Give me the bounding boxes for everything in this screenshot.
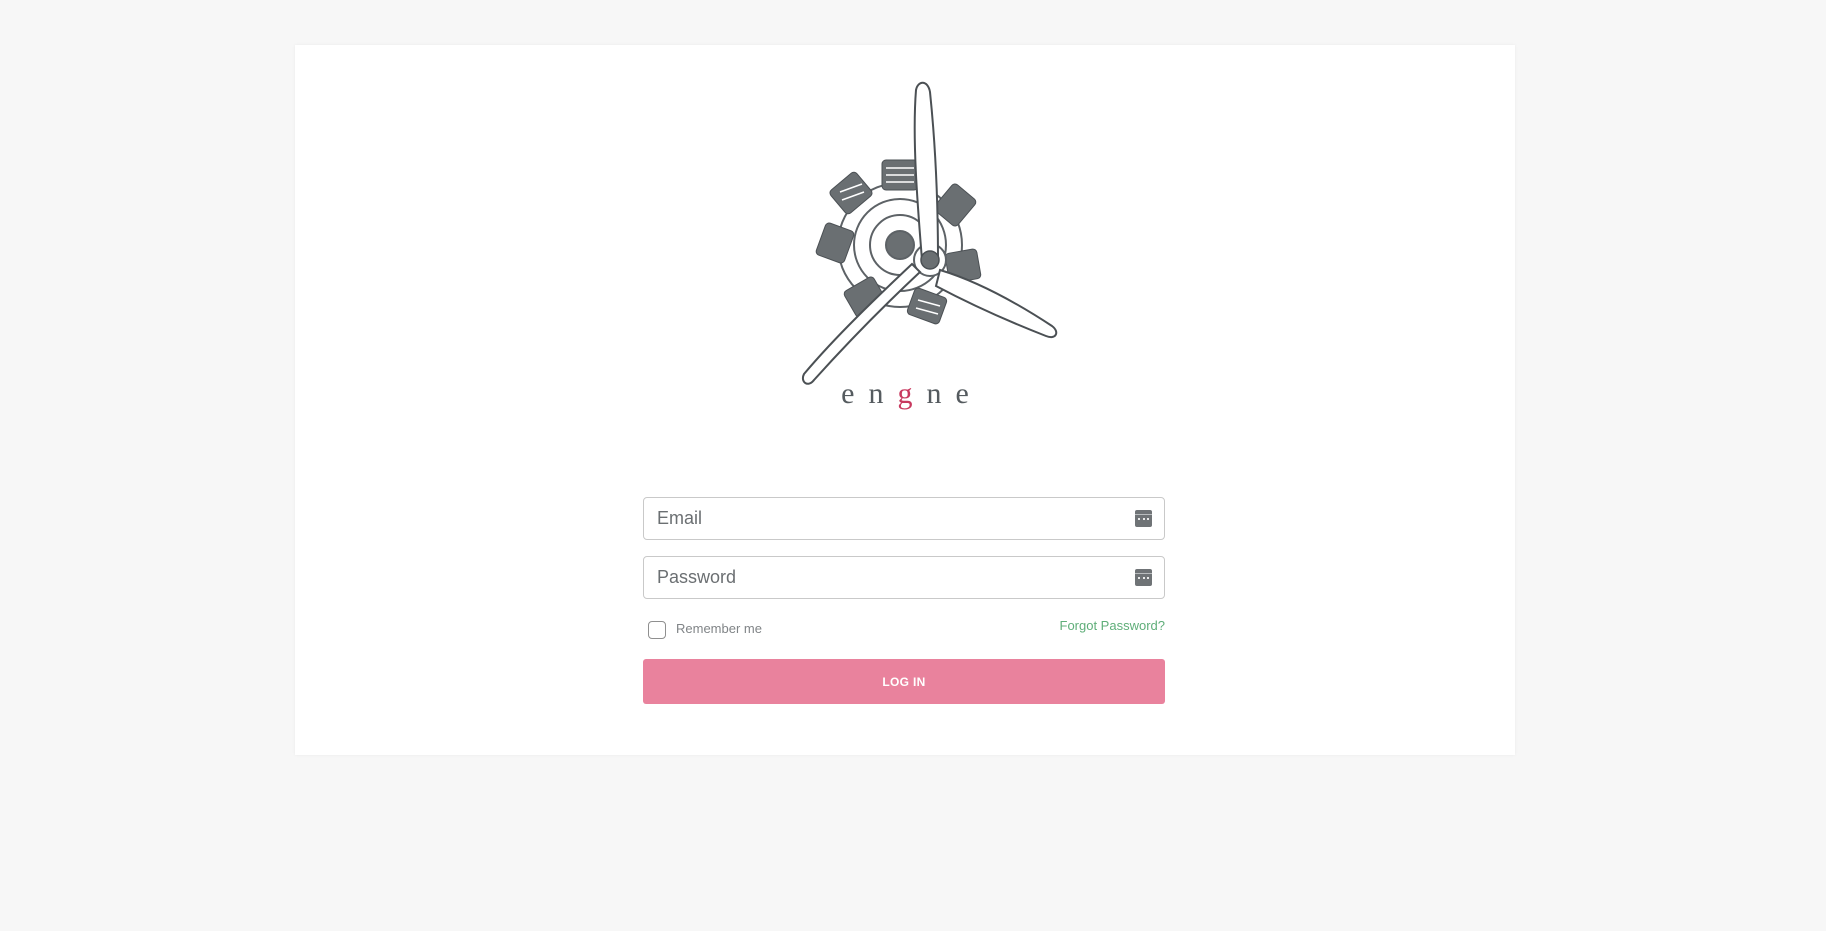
password-field-wrapper xyxy=(643,556,1165,599)
wordmark-letter-accent: g xyxy=(897,377,927,410)
remember-me-label: Remember me xyxy=(676,620,762,636)
brand-wordmark: engne xyxy=(295,379,1515,409)
password-field[interactable] xyxy=(644,557,1164,598)
wordmark-letter: e xyxy=(841,377,869,410)
wordmark-letter: n xyxy=(926,377,956,410)
wordmark-letter: e xyxy=(955,377,983,410)
forgot-password-link[interactable]: Forgot Password? xyxy=(1060,618,1166,633)
login-card: engne Remember me Forgot Password? LOG I… xyxy=(295,45,1515,755)
email-field[interactable] xyxy=(644,498,1164,539)
log-in-button[interactable]: LOG IN xyxy=(643,659,1165,704)
email-field-wrapper xyxy=(643,497,1165,540)
brand-logo: engne xyxy=(295,45,1515,425)
remember-me-control[interactable]: Remember me xyxy=(648,617,762,639)
password-manager-key-icon[interactable] xyxy=(1135,569,1152,586)
login-form: Remember me Forgot Password? LOG IN xyxy=(643,497,1165,704)
remember-me-checkbox[interactable] xyxy=(648,621,666,639)
wordmark-letter: n xyxy=(868,377,898,410)
radial-engine-propeller-icon xyxy=(802,81,1058,385)
login-options-row: Remember me Forgot Password? xyxy=(643,615,1165,645)
password-manager-key-icon[interactable] xyxy=(1135,510,1152,527)
